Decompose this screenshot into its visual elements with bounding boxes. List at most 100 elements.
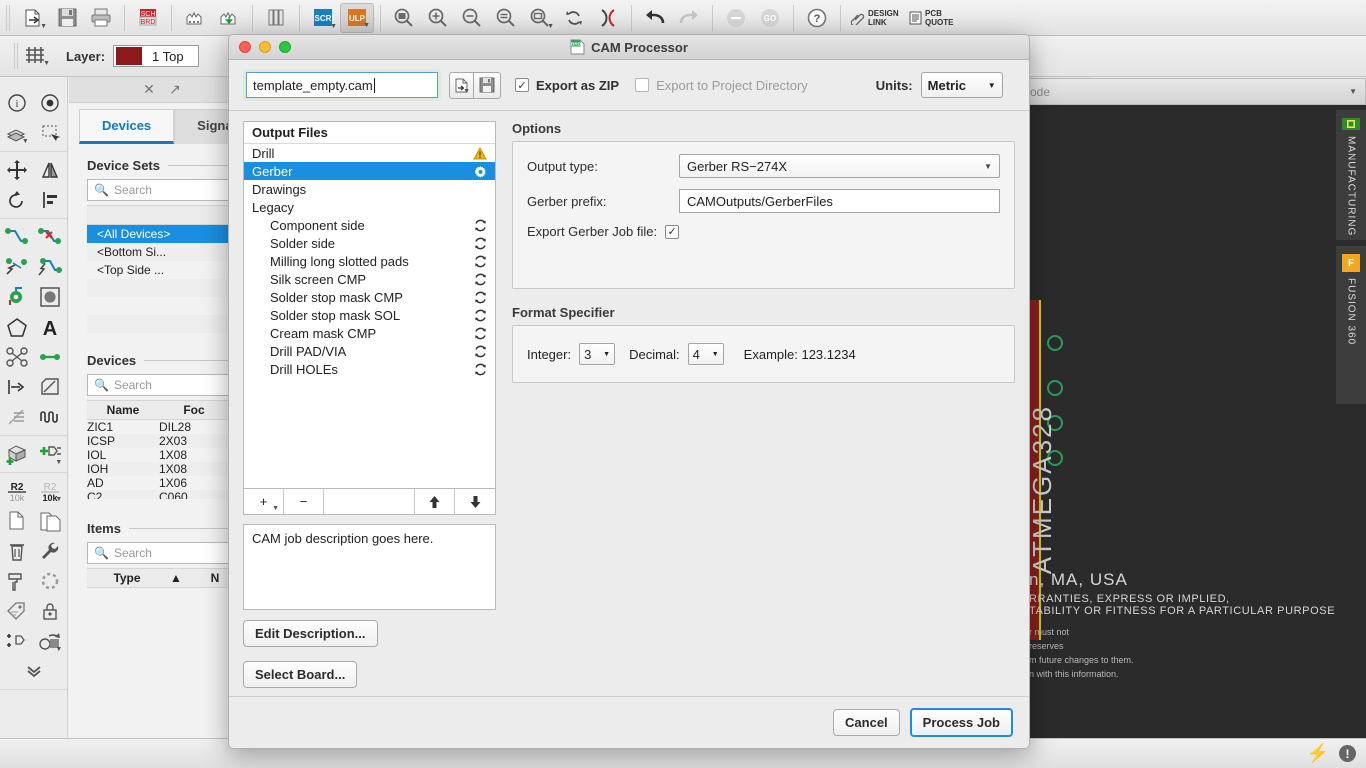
undo-icon[interactable]	[638, 3, 672, 33]
sync-icon[interactable]	[474, 255, 487, 268]
output-files-list[interactable]: Output Files Drill Gerber Drawings Legacy Co…	[243, 121, 496, 489]
export-to-project-dir-checkbox[interactable]	[635, 78, 650, 92]
sync-icon[interactable]	[474, 309, 487, 322]
devices-col-foc[interactable]: Foc	[159, 403, 229, 417]
zoom-fit-icon[interactable]	[387, 3, 421, 33]
move-down-button[interactable]	[455, 489, 495, 514]
name-icon[interactable]: R2 10k	[2, 476, 32, 506]
output-file-row-5[interactable]: Solder side	[244, 234, 495, 252]
text-icon[interactable]: A	[35, 312, 65, 342]
process-job-button[interactable]: Process Job	[909, 708, 1013, 737]
lock-icon[interactable]	[35, 596, 65, 626]
output-file-row-9[interactable]: Solder stop mask SOL	[244, 306, 495, 324]
output-file-row-12[interactable]: Drill HOLEs	[244, 360, 495, 378]
sync-icon[interactable]	[474, 291, 487, 304]
sync-icon[interactable]	[474, 363, 487, 376]
paste-icon[interactable]	[35, 506, 65, 536]
warning-icon[interactable]	[473, 146, 487, 160]
stop-icon[interactable]	[719, 3, 753, 33]
gear-icon[interactable]	[474, 165, 487, 178]
gerber-prefix-input[interactable]: CAMOutputs/GerberFiles	[679, 189, 1000, 213]
devices-col-name[interactable]: Name	[87, 403, 159, 417]
close-icon[interactable]: ✕	[139, 80, 159, 100]
output-file-row-4[interactable]: Component side	[244, 216, 495, 234]
cam-processor-icon[interactable]	[178, 3, 212, 33]
output-file-row-3[interactable]: Legacy	[244, 198, 495, 216]
ratsnest2-icon[interactable]	[2, 252, 32, 282]
zoom-redraw-icon[interactable]	[489, 3, 523, 33]
add-output-button[interactable]: + ▼	[244, 489, 284, 514]
rotate-icon[interactable]	[2, 185, 32, 215]
output-file-row-7[interactable]: Silk screen CMP	[244, 270, 495, 288]
mirror-icon[interactable]	[35, 155, 65, 185]
edit-description-button[interactable]: Edit Description...	[243, 620, 378, 647]
zoom-out-icon[interactable]	[455, 3, 489, 33]
design-link-button[interactable]: DESIGN LINK	[847, 3, 905, 33]
value-icon[interactable]: R2 10k ▼	[35, 476, 65, 506]
library-icon[interactable]	[259, 3, 293, 33]
split-icon[interactable]	[2, 342, 32, 372]
export-as-zip-checkbox[interactable]: ✓	[515, 78, 529, 92]
grid-icon[interactable]: ▼	[24, 44, 50, 68]
output-file-row-6[interactable]: Milling long slotted pads	[244, 252, 495, 270]
move-icon[interactable]	[2, 155, 32, 185]
add-package-icon[interactable]: ▼	[35, 439, 65, 469]
cam-description-text[interactable]: CAM job description goes here.	[243, 524, 496, 610]
pcb-canvas[interactable]: ATMEGA328 n, MA, USA RRANTIES, EXPRESS O…	[1021, 105, 1366, 753]
open-icon[interactable]: ▼	[16, 3, 50, 33]
meander-icon[interactable]	[35, 402, 65, 432]
print-icon[interactable]	[84, 3, 118, 33]
output-file-row-2[interactable]: Drawings	[244, 180, 495, 198]
dialog-titlebar[interactable]: BRD CAM Processor	[229, 35, 1029, 60]
via-icon[interactable]	[2, 282, 32, 312]
dimension-icon[interactable]	[2, 372, 32, 402]
remove-output-button[interactable]: −	[284, 489, 324, 514]
sync-icon[interactable]	[474, 219, 487, 232]
smash-icon[interactable]	[35, 566, 65, 596]
attribute-icon[interactable]	[2, 596, 32, 626]
autoroute-icon[interactable]	[35, 252, 65, 282]
select-board-button[interactable]: Select Board...	[243, 661, 358, 688]
angle-icon[interactable]	[2, 402, 32, 432]
add-part-icon[interactable]	[2, 439, 32, 469]
display-layers-icon[interactable]: ▼	[2, 118, 32, 148]
sch-brd-switch-icon[interactable]: SCH BRD	[131, 3, 165, 33]
paint-icon[interactable]	[2, 566, 32, 596]
tab-fusion360[interactable]: F FUSION 360	[1336, 246, 1366, 404]
cam-download-icon[interactable]	[212, 3, 246, 33]
update-icon[interactable]: ▼	[35, 626, 65, 656]
decimal-select[interactable]: 4 ▼	[687, 343, 724, 365]
sync-icon[interactable]	[474, 345, 487, 358]
mode-dropdown[interactable]: ode ▼	[1021, 78, 1366, 105]
sync-icon[interactable]	[474, 237, 487, 250]
popout-icon[interactable]: ↗	[165, 80, 185, 100]
sync-icon[interactable]	[474, 327, 487, 340]
wire-icon[interactable]	[35, 342, 65, 372]
output-type-select[interactable]: Gerber RS−274X ▼	[679, 154, 1000, 178]
output-file-row-0[interactable]: Drill	[244, 144, 495, 162]
integer-select[interactable]: 3 ▼	[579, 343, 616, 365]
layer-selector[interactable]: 1 Top	[113, 45, 200, 67]
pcb-quote-button[interactable]: PCB QUOTE	[905, 3, 963, 33]
ripup-icon[interactable]	[35, 222, 65, 252]
miter-icon[interactable]	[35, 372, 65, 402]
go-icon[interactable]: GO	[753, 3, 787, 33]
tab-devices[interactable]: Devices	[79, 109, 175, 144]
group-select-icon[interactable]	[35, 118, 65, 148]
ratsnest-icon[interactable]	[591, 3, 625, 33]
replace-icon[interactable]	[2, 626, 32, 656]
move-up-button[interactable]	[415, 489, 455, 514]
pad-icon[interactable]	[35, 282, 65, 312]
cam-file-input[interactable]: template_empty.cam	[246, 72, 438, 98]
output-file-row-8[interactable]: Solder stop mask CMP	[244, 288, 495, 306]
sync-icon[interactable]	[474, 273, 487, 286]
info-icon[interactable]: i	[2, 88, 32, 118]
scr-icon[interactable]: SCR ▼	[306, 3, 340, 33]
save-cam-job-button[interactable]	[474, 71, 501, 99]
expand-more-icon[interactable]	[19, 656, 49, 686]
copy-icon[interactable]	[2, 506, 32, 536]
export-gerber-job-checkbox[interactable]: ✓	[665, 224, 680, 239]
polygon-icon[interactable]	[2, 312, 32, 342]
lightning-icon[interactable]: ⚡	[1307, 743, 1329, 764]
align-icon[interactable]	[35, 185, 65, 215]
